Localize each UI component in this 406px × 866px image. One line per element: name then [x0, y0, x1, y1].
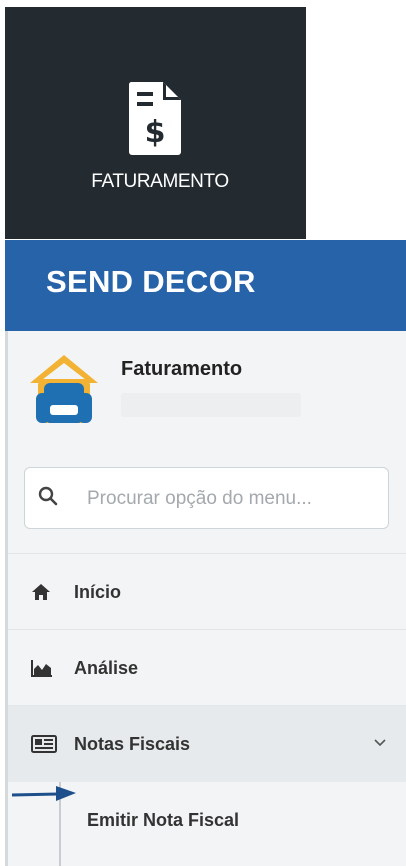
menu-item-inicio[interactable]: Início — [8, 553, 406, 630]
menu-item-notas-fiscais[interactable]: Notas Fiscais — [8, 705, 406, 782]
profile-subtitle-blurred — [121, 393, 301, 417]
profile-name: Faturamento — [121, 358, 243, 380]
svg-text:$: $ — [145, 115, 166, 150]
pointer-arrow-icon — [11, 786, 76, 801]
search-icon — [38, 486, 58, 506]
menu-item-label: Análise — [74, 657, 139, 678]
area-chart-icon — [31, 660, 52, 677]
sofa-house-icon — [30, 355, 98, 423]
submenu-item-emitir-nota-fiscal[interactable]: Emitir Nota Fiscal — [87, 810, 239, 831]
menu-search-input[interactable] — [85, 480, 379, 518]
home-icon — [32, 584, 50, 600]
invoice-dollar-icon: $ — [128, 82, 181, 155]
tile-label: FATURAMENTO — [91, 171, 229, 192]
menu-item-label: Notas Fiscais — [74, 733, 191, 754]
menu-search-box[interactable] — [24, 467, 389, 529]
brand-title: SEND DECOR — [46, 264, 256, 299]
faturamento-tile[interactable]: $ FATURAMENTO — [5, 7, 306, 239]
menu-item-label: Início — [74, 581, 122, 602]
chevron-down-icon[interactable] — [374, 739, 386, 747]
menu-item-analise[interactable]: Análise — [8, 629, 406, 706]
app-header: SEND DECOR — [5, 240, 406, 331]
newspaper-icon — [31, 735, 57, 753]
